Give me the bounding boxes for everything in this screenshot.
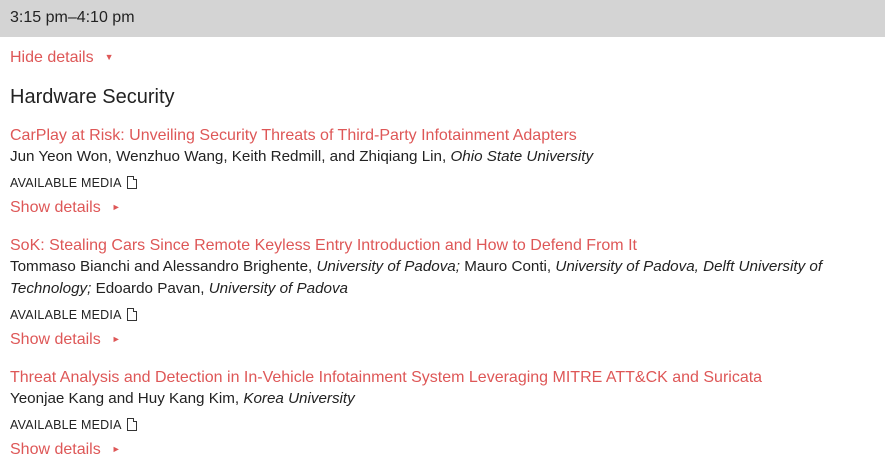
hide-details-toggle[interactable]: Hide details ▼	[10, 49, 114, 67]
author-names: Tommaso Bianchi and Alessandro Brighente…	[10, 258, 317, 275]
paper-title-link[interactable]: Threat Analysis and Detection in In-Vehi…	[10, 369, 762, 387]
show-details-label: Show details	[10, 331, 101, 348]
caret-right-icon: ►	[111, 444, 121, 454]
author-affiliation: Korea University	[243, 390, 355, 407]
paper-authors: Tommaso Bianchi and Alessandro Brighente…	[10, 256, 880, 300]
show-details-toggle[interactable]: Show details ►	[10, 441, 121, 459]
available-media-link[interactable]: AVAILABLE MEDIA	[10, 176, 137, 190]
available-media-label: AVAILABLE MEDIA	[10, 176, 122, 190]
hide-details-label: Hide details	[10, 49, 94, 66]
available-media-link[interactable]: AVAILABLE MEDIA	[10, 308, 137, 322]
caret-right-icon: ►	[111, 202, 121, 212]
document-icon	[126, 176, 137, 189]
available-media-link[interactable]: AVAILABLE MEDIA	[10, 418, 137, 432]
author-affiliation: Ohio State University	[450, 148, 594, 165]
author-names: Mauro Conti,	[459, 258, 556, 275]
show-details-toggle[interactable]: Show details ►	[10, 199, 121, 217]
session-title: Hardware Security	[10, 86, 175, 108]
show-details-label: Show details	[10, 441, 101, 458]
author-names: Jun Yeon Won, Wenzhuo Wang, Keith Redmil…	[10, 148, 451, 165]
author-names: Yeonjae Kang and Huy Kang Kim,	[10, 390, 244, 407]
show-details-label: Show details	[10, 199, 101, 216]
available-media-label: AVAILABLE MEDIA	[10, 308, 122, 322]
paper-title-link[interactable]: CarPlay at Risk: Unveiling Security Thre…	[10, 127, 577, 145]
author-names: Edoardo Pavan,	[91, 280, 209, 297]
session-time-header: 3:15 pm–4:10 pm	[0, 0, 885, 37]
author-affiliation: University of Padova	[208, 280, 349, 297]
paper-title-link[interactable]: SoK: Stealing Cars Since Remote Keyless …	[10, 237, 637, 255]
paper-authors: Jun Yeon Won, Wenzhuo Wang, Keith Redmil…	[10, 146, 880, 168]
caret-down-icon: ▼	[104, 52, 114, 62]
available-media-label: AVAILABLE MEDIA	[10, 418, 122, 432]
caret-right-icon: ►	[111, 334, 121, 344]
session-time: 3:15 pm–4:10 pm	[10, 9, 135, 26]
show-details-toggle[interactable]: Show details ►	[10, 331, 121, 349]
paper-authors: Yeonjae Kang and Huy Kang Kim, Korea Uni…	[10, 388, 880, 410]
author-affiliation: University of Padova;	[316, 258, 460, 275]
document-icon	[126, 418, 137, 431]
document-icon	[126, 308, 137, 321]
